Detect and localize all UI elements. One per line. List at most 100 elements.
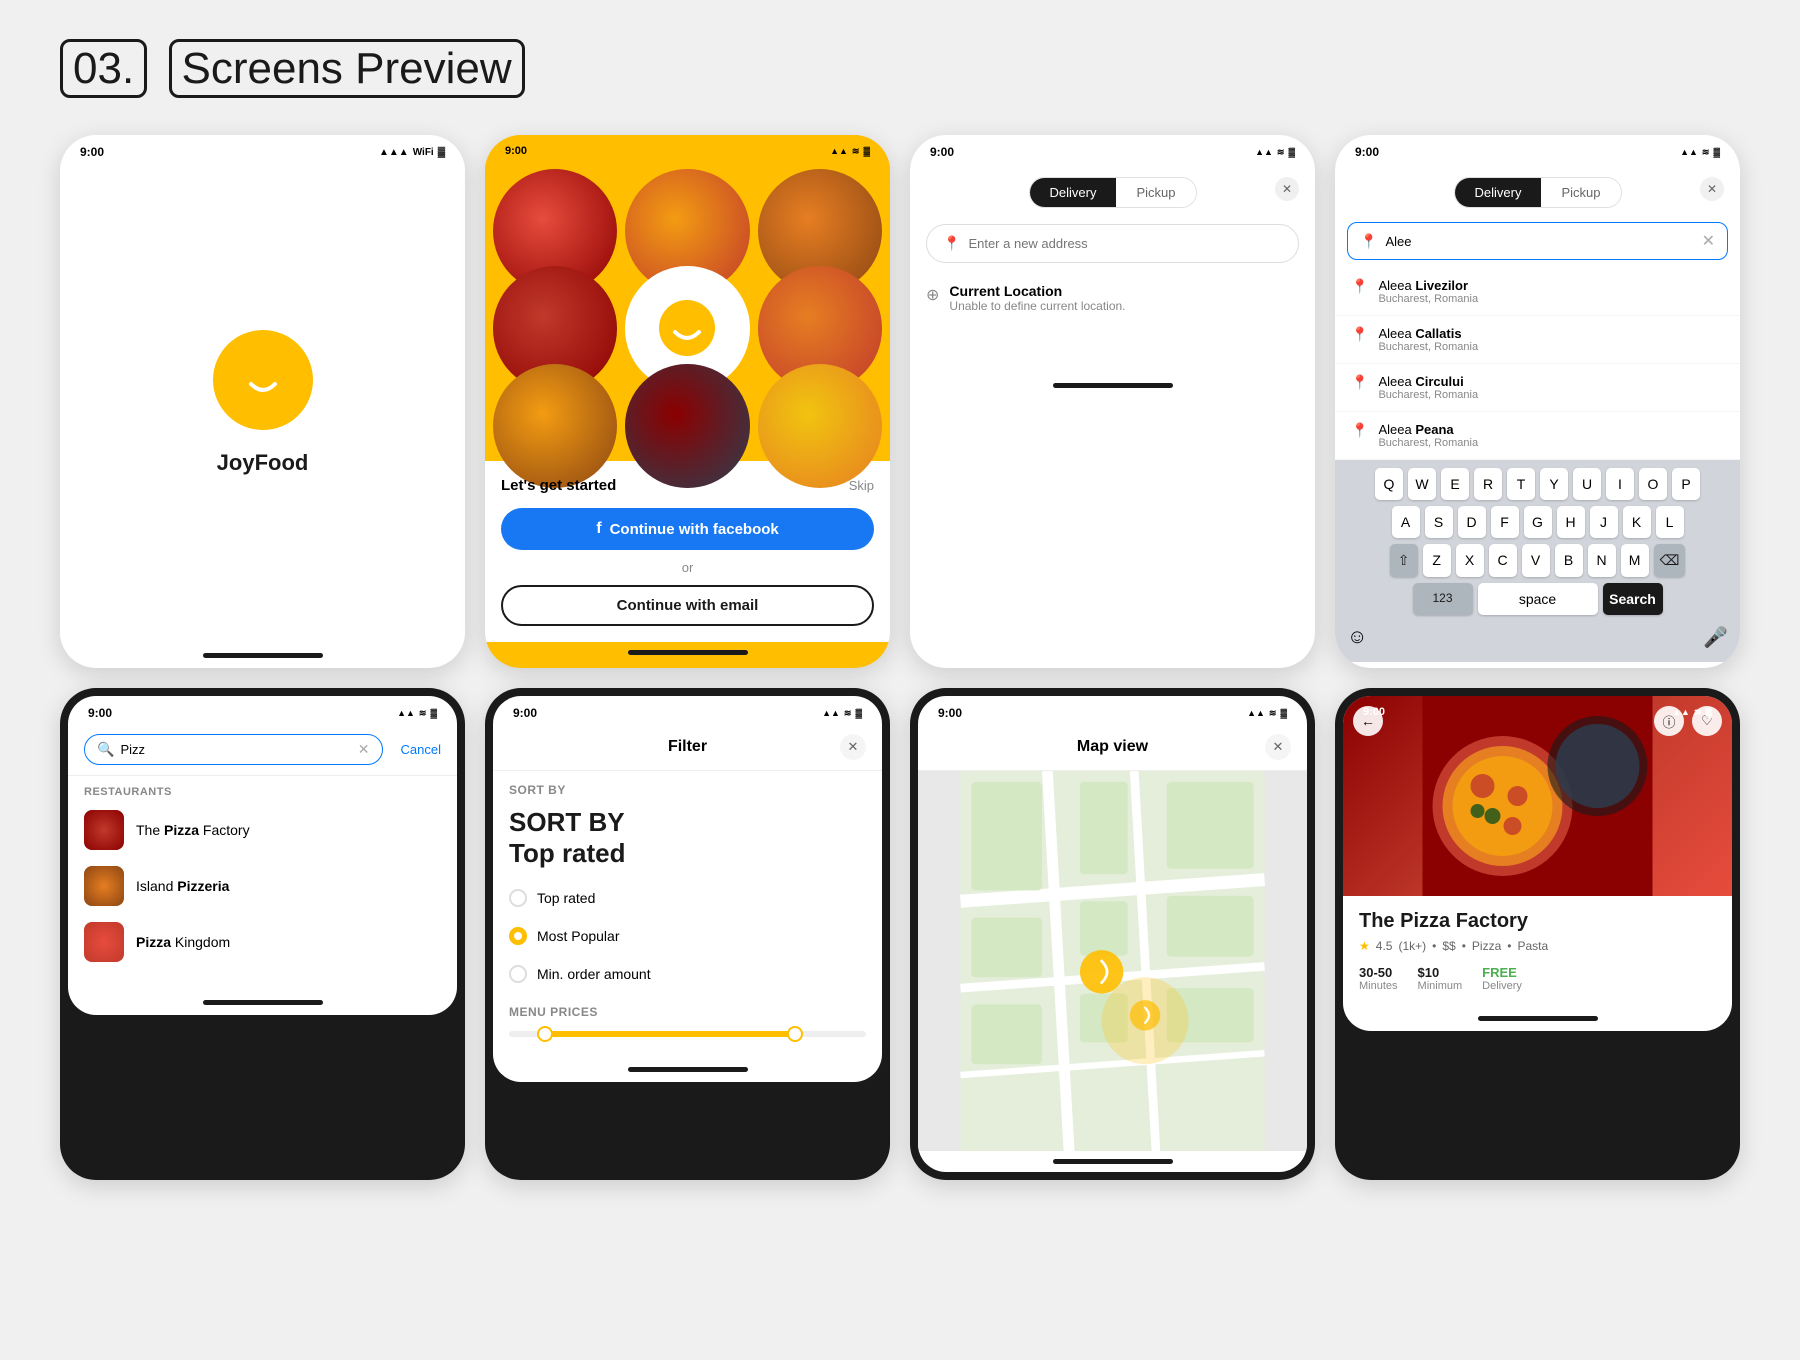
screen-splash: 9:00 ▲▲▲ WiFi ▓ JoyFood (60, 135, 465, 668)
food-circle-6 (493, 364, 617, 488)
pickup-tab-3[interactable]: Pickup (1116, 178, 1195, 207)
delivery-tab-4[interactable]: Delivery (1455, 178, 1542, 207)
status-bar-2: 9:00 ▲▲ ≋ ▓ (485, 135, 890, 161)
key-k[interactable]: K (1623, 506, 1651, 538)
skip-button[interactable]: Skip (849, 478, 874, 493)
suggestion-livezilor[interactable]: 📍 Aleea Livezilor Bucharest, Romania (1335, 268, 1740, 316)
status-time-3: 9:00 (930, 145, 954, 159)
search-input-box[interactable]: 🔍 ✕ (84, 734, 383, 765)
screens-row-1: 9:00 ▲▲▲ WiFi ▓ JoyFood 9:00 ▲▲ ≋ (60, 135, 1740, 668)
price-range-slider[interactable] (493, 1031, 882, 1037)
map-modal-header: Map view ✕ (918, 724, 1307, 771)
search-restaurant-input[interactable] (120, 742, 351, 757)
key-v[interactable]: V (1522, 544, 1550, 577)
keyboard-search-button[interactable]: Search (1603, 583, 1663, 615)
restaurant-card-info: The Pizza Factory ★ 4.5 (1k+) • $$ • Piz… (1343, 896, 1732, 1006)
current-location-row[interactable]: ⊕ Current Location Unable to define curr… (926, 273, 1299, 323)
key-q[interactable]: Q (1375, 468, 1403, 500)
suggestion-sub-4: Bucharest, Romania (1378, 437, 1478, 449)
delivery-time-stat: 30-50 Minutes (1359, 965, 1398, 992)
filter-modal-header: Filter ✕ (493, 724, 882, 771)
search-cancel-button[interactable]: Cancel (401, 742, 441, 757)
status-bar-4: 9:00 ▲▲ ≋ ▓ (1335, 135, 1740, 163)
address-input[interactable] (968, 236, 1282, 251)
key-u[interactable]: U (1573, 468, 1601, 500)
signal-8: ▲▲ (1672, 707, 1690, 717)
filter-option-min-order[interactable]: Min. order amount (493, 955, 882, 993)
tab-group-4: Delivery Pickup (1454, 177, 1622, 208)
key-e[interactable]: E (1441, 468, 1469, 500)
status-bar-6: 9:00 ▲▲ ≋ ▓ (493, 696, 882, 724)
clear-icon-4[interactable]: ✕ (1702, 231, 1715, 251)
key-i[interactable]: I (1606, 468, 1634, 500)
radio-top-rated[interactable] (509, 889, 527, 907)
screen-address-entry: 9:00 ▲▲ ≋ ▓ Delivery Pickup ✕ 📍 ⊕ Curren… (910, 135, 1315, 668)
suggestion-main-4: Aleea Peana (1378, 422, 1478, 437)
keyboard-bottom: ☺ 🎤 (1339, 621, 1736, 654)
key-o[interactable]: O (1639, 468, 1667, 500)
radio-min-order[interactable] (509, 965, 527, 983)
key-n[interactable]: N (1588, 544, 1616, 577)
key-c[interactable]: C (1489, 544, 1517, 577)
key-g[interactable]: G (1524, 506, 1552, 538)
suggestion-callatis[interactable]: 📍 Aleea Callatis Bucharest, Romania (1335, 316, 1740, 364)
restaurant-card-title: The Pizza Factory (1359, 910, 1716, 933)
keyboard-row-3: ⇧ Z X C V B N M ⌫ (1339, 544, 1736, 577)
radio-most-popular[interactable] (509, 927, 527, 945)
key-x[interactable]: X (1456, 544, 1484, 577)
email-continue-button[interactable]: Continue with email (501, 585, 874, 626)
signal-7: ▲▲ (1247, 708, 1265, 718)
key-p[interactable]: P (1672, 468, 1700, 500)
microphone-icon[interactable]: 🎤 (1703, 625, 1728, 650)
key-y[interactable]: Y (1540, 468, 1568, 500)
emoji-icon[interactable]: ☺ (1347, 626, 1367, 649)
status-time-5: 9:00 (88, 706, 112, 720)
alee-search-input[interactable] (1385, 234, 1693, 249)
key-r[interactable]: R (1474, 468, 1502, 500)
suggestion-circului[interactable]: 📍 Aleea Circului Bucharest, Romania (1335, 364, 1740, 412)
key-123[interactable]: 123 (1413, 583, 1473, 615)
close-button-4[interactable]: ✕ (1700, 177, 1724, 201)
restaurant-row-2[interactable]: Island Pizzeria (68, 858, 457, 914)
search-alee-input-row[interactable]: 📍 ✕ (1347, 222, 1728, 260)
key-w[interactable]: W (1408, 468, 1436, 500)
key-a[interactable]: A (1392, 506, 1420, 538)
location-pin-icon: 📍 (943, 235, 960, 252)
map-close-button[interactable]: ✕ (1265, 734, 1291, 760)
key-f[interactable]: F (1491, 506, 1519, 538)
screens-row-2: 9:00 ▲▲ ≋ ▓ 🔍 ✕ Cancel RESTAURANTS T (60, 688, 1740, 1180)
key-d[interactable]: D (1458, 506, 1486, 538)
key-z[interactable]: Z (1423, 544, 1451, 577)
delivery-time-value: 30-50 (1359, 965, 1398, 980)
filter-close-button[interactable]: ✕ (840, 734, 866, 760)
delivery-tab-row-4: Delivery Pickup ✕ (1335, 163, 1740, 214)
key-l[interactable]: L (1656, 506, 1684, 538)
restaurant-row-3[interactable]: Pizza Kingdom (68, 914, 457, 970)
delivery-tab-3[interactable]: Delivery (1030, 178, 1117, 207)
filter-option-top-rated[interactable]: Top rated (493, 879, 882, 917)
map-area[interactable] (918, 771, 1307, 1151)
clear-search-icon[interactable]: ✕ (358, 741, 370, 758)
filter-option-most-popular[interactable]: Most Popular (493, 917, 882, 955)
key-j[interactable]: J (1590, 506, 1618, 538)
key-backspace[interactable]: ⌫ (1654, 544, 1686, 577)
key-shift[interactable]: ⇧ (1390, 544, 1418, 577)
key-s[interactable]: S (1425, 506, 1453, 538)
restaurant-row-1[interactable]: The Pizza Factory (68, 802, 457, 858)
key-t[interactable]: T (1507, 468, 1535, 500)
min-order-stat: $10 Minimum (1418, 965, 1463, 992)
key-m[interactable]: M (1621, 544, 1649, 577)
wifi-8: ≋ (1694, 707, 1702, 718)
restaurants-section-label: RESTAURANTS (68, 776, 457, 802)
key-h[interactable]: H (1557, 506, 1585, 538)
suggestion-peana[interactable]: 📍 Aleea Peana Bucharest, Romania (1335, 412, 1740, 460)
key-space[interactable]: space (1478, 583, 1598, 615)
status-icons-2: ▲▲ ≋ ▓ (830, 146, 870, 157)
close-button-3[interactable]: ✕ (1275, 177, 1299, 201)
address-input-row[interactable]: 📍 (926, 224, 1299, 263)
filter-inner-screen: 9:00 ▲▲ ≋ ▓ Filter ✕ SORT BY SORT BY Top… (493, 696, 882, 1082)
separator-1: • (1432, 939, 1436, 953)
facebook-continue-button[interactable]: f Continue with facebook (501, 508, 874, 550)
key-b[interactable]: B (1555, 544, 1583, 577)
pickup-tab-4[interactable]: Pickup (1541, 178, 1620, 207)
